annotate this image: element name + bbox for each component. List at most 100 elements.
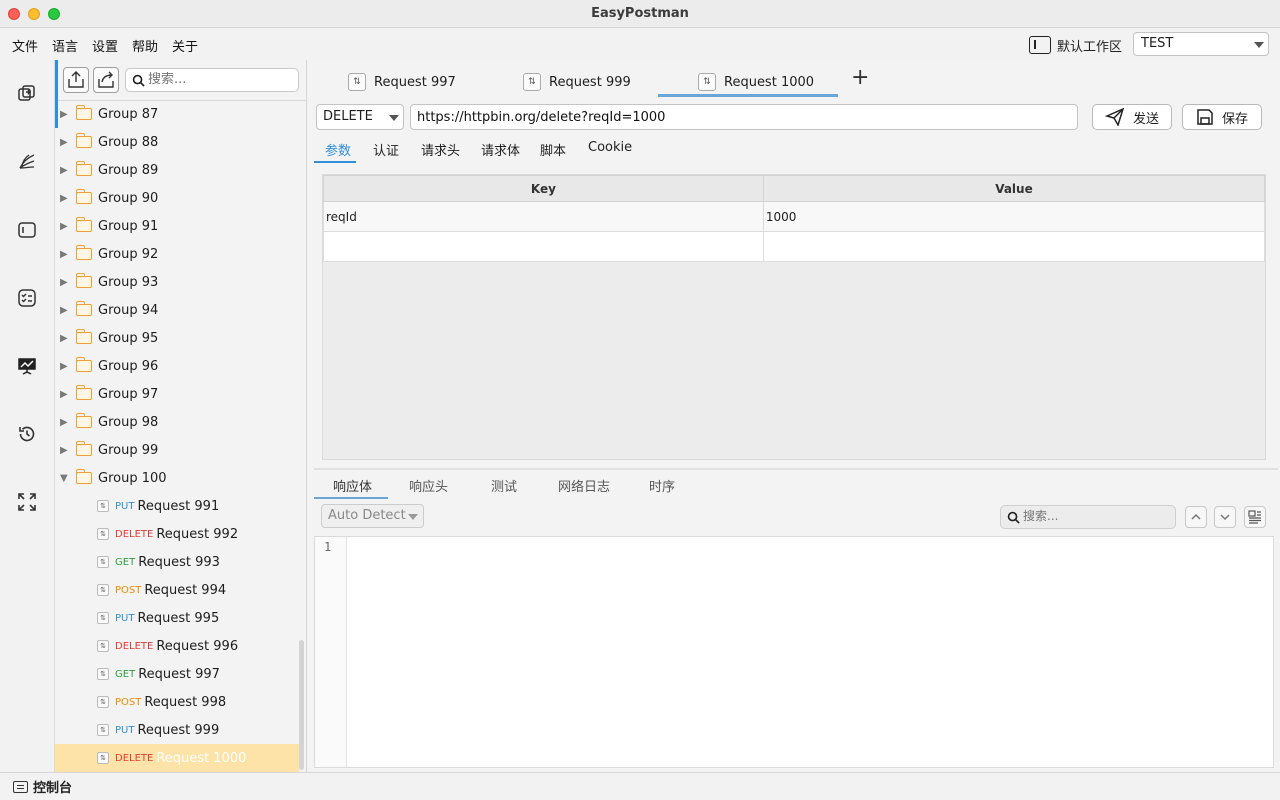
expand-arrow-icon[interactable]: ▶ bbox=[60, 165, 76, 176]
group-label: Group 99 bbox=[98, 442, 159, 458]
tab-script[interactable]: 脚本 bbox=[540, 140, 566, 159]
response-body-editor[interactable]: 1 bbox=[314, 536, 1274, 768]
tree-group-row[interactable]: ▶ Group 94 bbox=[55, 296, 299, 324]
tree-request-row[interactable]: ⇅ PUT Request 999 bbox=[55, 716, 299, 744]
tree-group-row[interactable]: ▶ Group 89 bbox=[55, 156, 299, 184]
tab-params[interactable]: 参数 bbox=[325, 140, 351, 159]
fullscreen-icon[interactable] bbox=[17, 492, 37, 512]
expand-arrow-icon[interactable]: ▶ bbox=[60, 137, 76, 148]
tree-request-row[interactable]: ⇅ GET Request 997 bbox=[55, 660, 299, 688]
add-tab-button[interactable]: + bbox=[851, 65, 869, 90]
tree-group-row[interactable]: ▶ Group 87 bbox=[55, 100, 299, 128]
request-tab[interactable]: ⇅ Request 999 bbox=[523, 68, 631, 96]
panel-splitter[interactable] bbox=[314, 468, 1278, 470]
request-tab[interactable]: ⇅ Request 997 bbox=[348, 68, 456, 96]
expand-arrow-icon[interactable]: ▶ bbox=[60, 361, 76, 372]
collections-icon[interactable] bbox=[17, 84, 37, 104]
format-button[interactable] bbox=[1244, 506, 1266, 528]
expand-arrow-icon[interactable]: ▶ bbox=[60, 417, 76, 428]
tree-group-row[interactable]: ▶ Group 98 bbox=[55, 408, 299, 436]
save-label: 保存 bbox=[1221, 111, 1248, 127]
tree-request-row[interactable]: ⇅ PUT Request 991 bbox=[55, 492, 299, 520]
tree-group-row[interactable]: ▶ Group 92 bbox=[55, 240, 299, 268]
param-key-cell[interactable] bbox=[323, 231, 764, 262]
folder-icon bbox=[76, 441, 92, 456]
format-select[interactable]: Auto Detect bbox=[321, 504, 424, 528]
expand-arrow-icon[interactable]: ▶ bbox=[60, 109, 76, 120]
tree-group-row[interactable]: ▶ Group 90 bbox=[55, 184, 299, 212]
console-toggle[interactable]: 控制台 bbox=[33, 777, 72, 796]
workspace-switcher[interactable]: 默认工作区 bbox=[1029, 35, 1122, 55]
next-match-button[interactable] bbox=[1214, 506, 1236, 528]
tab-headers[interactable]: 请求头 bbox=[421, 140, 460, 159]
tab-tests[interactable]: 测试 bbox=[491, 476, 517, 495]
tree-group-row[interactable]: ▶ Group 93 bbox=[55, 268, 299, 296]
export-button[interactable] bbox=[93, 67, 119, 93]
tab-response-headers[interactable]: 响应头 bbox=[409, 476, 448, 495]
import-button[interactable] bbox=[63, 67, 89, 93]
tree-request-row[interactable]: ⇅ POST Request 994 bbox=[55, 576, 299, 604]
tree-scrollbar[interactable] bbox=[299, 640, 304, 770]
folder-icon bbox=[76, 245, 92, 260]
expand-arrow-icon[interactable]: ▶ bbox=[60, 389, 76, 400]
response-search-input[interactable] bbox=[1023, 509, 1171, 523]
tree-request-row[interactable]: ⇅ PUT Request 995 bbox=[55, 604, 299, 632]
functional-test-icon[interactable] bbox=[17, 288, 37, 308]
sidebar-rail bbox=[0, 60, 55, 772]
environment-select[interactable]: TEST bbox=[1133, 32, 1269, 56]
send-button[interactable]: 发送 bbox=[1092, 104, 1172, 130]
tree-request-row-selected[interactable]: ⇅ DELETE Request 1000 bbox=[55, 744, 299, 772]
menu-language[interactable]: 语言 bbox=[52, 36, 78, 55]
tree-group-row[interactable]: ▼ Group 100 bbox=[55, 464, 299, 492]
tree-group-row[interactable]: ▶ Group 96 bbox=[55, 352, 299, 380]
history-icon[interactable] bbox=[17, 424, 37, 444]
tree-group-row[interactable]: ▶ Group 88 bbox=[55, 128, 299, 156]
tab-auth[interactable]: 认证 bbox=[373, 140, 399, 159]
collapse-arrow-icon[interactable]: ▼ bbox=[60, 473, 76, 484]
tree-request-row[interactable]: ⇅ GET Request 993 bbox=[55, 548, 299, 576]
tree-group-row[interactable]: ▶ Group 91 bbox=[55, 212, 299, 240]
folder-icon bbox=[76, 133, 92, 148]
expand-arrow-icon[interactable]: ▶ bbox=[60, 277, 76, 288]
request-icon: ⇅ bbox=[97, 696, 109, 708]
tab-body[interactable]: 请求体 bbox=[481, 140, 520, 159]
param-key-cell[interactable]: reqId bbox=[323, 201, 764, 232]
previous-match-button[interactable] bbox=[1185, 506, 1207, 528]
collection-search[interactable] bbox=[125, 68, 299, 92]
param-value-cell[interactable]: 1000 bbox=[762, 201, 1266, 232]
tab-response-body[interactable]: 响应体 bbox=[333, 476, 372, 495]
performance-icon[interactable] bbox=[17, 356, 37, 376]
tree-group-row[interactable]: ▶ Group 97 bbox=[55, 380, 299, 408]
method-label: PUT bbox=[115, 724, 135, 736]
tree-group-row[interactable]: ▶ Group 95 bbox=[55, 324, 299, 352]
expand-arrow-icon[interactable]: ▶ bbox=[60, 333, 76, 344]
window-title: EasyPostman bbox=[591, 6, 689, 21]
workflow-icon[interactable] bbox=[17, 152, 37, 172]
expand-arrow-icon[interactable]: ▶ bbox=[60, 305, 76, 316]
tree-request-row[interactable]: ⇅ DELETE Request 992 bbox=[55, 520, 299, 548]
method-select[interactable]: DELETE bbox=[316, 104, 404, 130]
expand-arrow-icon[interactable]: ▶ bbox=[60, 193, 76, 204]
tree-request-row[interactable]: ⇅ POST Request 998 bbox=[55, 688, 299, 716]
menu-about[interactable]: 关于 bbox=[172, 36, 198, 55]
url-input[interactable] bbox=[410, 104, 1078, 130]
response-search[interactable] bbox=[1000, 505, 1176, 529]
save-button[interactable]: 保存 bbox=[1182, 104, 1262, 130]
request-label: Request 996 bbox=[156, 638, 239, 654]
tab-cookie[interactable]: Cookie bbox=[588, 140, 632, 155]
tree-group-row[interactable]: ▶ Group 99 bbox=[55, 436, 299, 464]
menu-help[interactable]: 帮助 bbox=[132, 36, 158, 55]
collection-search-input[interactable] bbox=[148, 72, 294, 87]
tree-request-row[interactable]: ⇅ DELETE Request 996 bbox=[55, 632, 299, 660]
expand-arrow-icon[interactable]: ▶ bbox=[60, 249, 76, 260]
menu-settings[interactable]: 设置 bbox=[92, 36, 118, 55]
request-tab-active[interactable]: ⇅ Request 1000 bbox=[698, 68, 814, 96]
menu-file[interactable]: 文件 bbox=[12, 36, 38, 55]
expand-arrow-icon[interactable]: ▶ bbox=[60, 221, 76, 232]
workspace-panel-icon[interactable] bbox=[17, 220, 37, 240]
tab-network-log[interactable]: 网络日志 bbox=[558, 476, 610, 495]
param-value-cell[interactable] bbox=[762, 231, 1266, 262]
table-row: reqId 1000 bbox=[323, 201, 1266, 232]
expand-arrow-icon[interactable]: ▶ bbox=[60, 445, 76, 456]
tab-timing[interactable]: 时序 bbox=[649, 476, 675, 495]
